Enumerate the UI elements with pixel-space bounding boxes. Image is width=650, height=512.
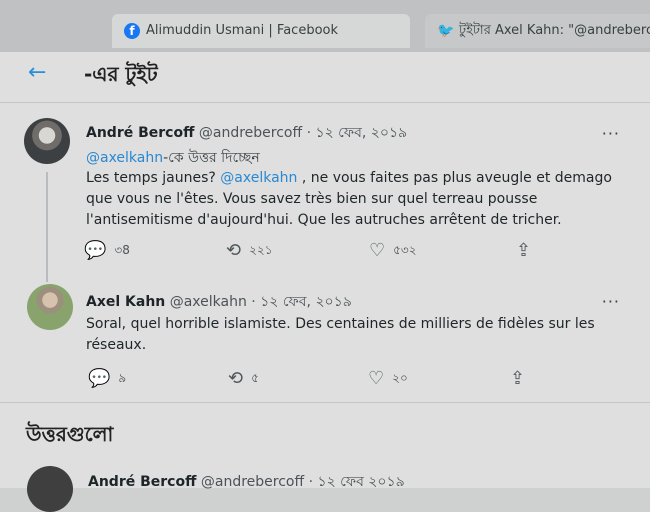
- page-header: ← -এর টুইট: [0, 52, 650, 98]
- like-button[interactable]: ♡ ৫৩২: [369, 240, 417, 262]
- page-title: -এর টুইট: [84, 62, 158, 86]
- more-options-icon[interactable]: ···: [602, 292, 620, 311]
- avatar[interactable]: [27, 284, 73, 330]
- browser-tab-bar: f Alimuddin Usmani | Facebook 🐦 টুইটার Axe…: [0, 0, 650, 52]
- retweet-icon: ⟲: [228, 368, 244, 389]
- tweet-main[interactable]: André Bercoff @andrebercoff · ১২ ফেব, ২০…: [0, 110, 650, 280]
- tweet-date[interactable]: ১২ ফেব, ২০১৯: [260, 294, 352, 310]
- avatar[interactable]: [24, 118, 70, 164]
- tab-label: টুইটার Axel Kahn: "@andrebercoff S: [459, 23, 650, 38]
- more-options-icon[interactable]: ···: [602, 124, 620, 143]
- tweet-actions: 💬 ৩8 ⟲ ২২১ ♡ ৫৩২ ⇪: [84, 240, 544, 264]
- facebook-icon: f: [124, 22, 140, 39]
- retweet-button[interactable]: ⟲ ৫: [228, 368, 259, 390]
- twitter-page: ← -এর টুইট André Bercoff @andrebercoff ·…: [0, 52, 650, 512]
- replies-heading: উত্তরগুলো: [26, 422, 114, 446]
- tweet-text: Soral, quel horrible islamiste. Des cent…: [86, 316, 595, 353]
- share-button[interactable]: ⇪: [510, 368, 533, 389]
- tab-label: Alimuddin Usmani | Facebook: [146, 23, 339, 38]
- reply-count: ৩8: [114, 243, 130, 257]
- tweet-actions: 💬 ৯ ⟲ ৫ ♡ ২০ ⇪: [84, 368, 544, 392]
- tweet-reply[interactable]: Axel Kahn @axelkahn · ১২ ফেব, ২০১৯ ··· S…: [0, 284, 650, 409]
- retweet-icon: ⟲: [226, 240, 242, 261]
- browser-tab-twitter[interactable]: 🐦 টুইটার Axel Kahn: "@andrebercoff S: [425, 14, 650, 48]
- reply-mention[interactable]: @axelkahn: [86, 150, 163, 166]
- like-button[interactable]: ♡ ২০: [368, 368, 408, 390]
- like-count: ২০: [392, 371, 408, 385]
- separator: ·: [306, 125, 312, 141]
- heart-icon: ♡: [369, 240, 386, 261]
- author-name[interactable]: Axel Kahn: [86, 294, 165, 310]
- header-divider: [0, 102, 650, 103]
- author-handle[interactable]: @andrebercoff: [199, 125, 302, 141]
- tweet-date[interactable]: ১২ ফেব, ২০১৯: [316, 125, 408, 141]
- reply-button[interactable]: 💬 ৯: [88, 368, 126, 390]
- reply-count: ৯: [118, 371, 127, 385]
- reply-button[interactable]: 💬 ৩8: [84, 240, 130, 262]
- share-icon: ⇪: [516, 240, 532, 261]
- avatar[interactable]: [27, 466, 73, 512]
- twitter-bird-icon: 🐦: [437, 22, 455, 39]
- author-handle[interactable]: @axelkahn: [170, 294, 247, 310]
- browser-tab-facebook[interactable]: f Alimuddin Usmani | Facebook: [112, 14, 410, 48]
- author-name[interactable]: André Bercoff: [86, 125, 194, 141]
- reply-icon: 💬: [84, 240, 107, 261]
- like-count: ৫৩২: [393, 243, 417, 257]
- retweet-count: ৫: [251, 371, 259, 385]
- retweet-count: ২২১: [249, 243, 273, 257]
- section-divider: [0, 402, 650, 403]
- reply-icon: 💬: [88, 368, 111, 389]
- tweet-mention[interactable]: @axelkahn: [220, 170, 297, 186]
- tweet-author-line: André Bercoff @andrebercoff · ১২ ফেব, ২০…: [86, 121, 407, 145]
- heart-icon: ♡: [368, 368, 385, 389]
- retweet-button[interactable]: ⟲ ২২১: [226, 240, 273, 262]
- tweet-author-line: Axel Kahn @axelkahn · ১২ ফেব, ২০১৯: [86, 290, 352, 314]
- tweet-text: Les temps jaunes? @axelkahn , ne vous fa…: [86, 168, 626, 231]
- replying-to: @axelkahn-কে উত্তর দিচ্ছেন: [86, 146, 260, 170]
- separator: ·: [251, 294, 256, 310]
- back-arrow-icon[interactable]: ←: [28, 60, 46, 85]
- tweet-author-line: André Bercoff @andrebercoff · ১২ ফেব ২০১…: [88, 470, 405, 494]
- reply-suffix: -কে উত্তর দিচ্ছেন: [163, 150, 260, 166]
- share-button[interactable]: ⇪: [516, 240, 539, 261]
- share-icon: ⇪: [510, 368, 526, 389]
- tweet-text-part: Les temps jaunes?: [86, 170, 221, 186]
